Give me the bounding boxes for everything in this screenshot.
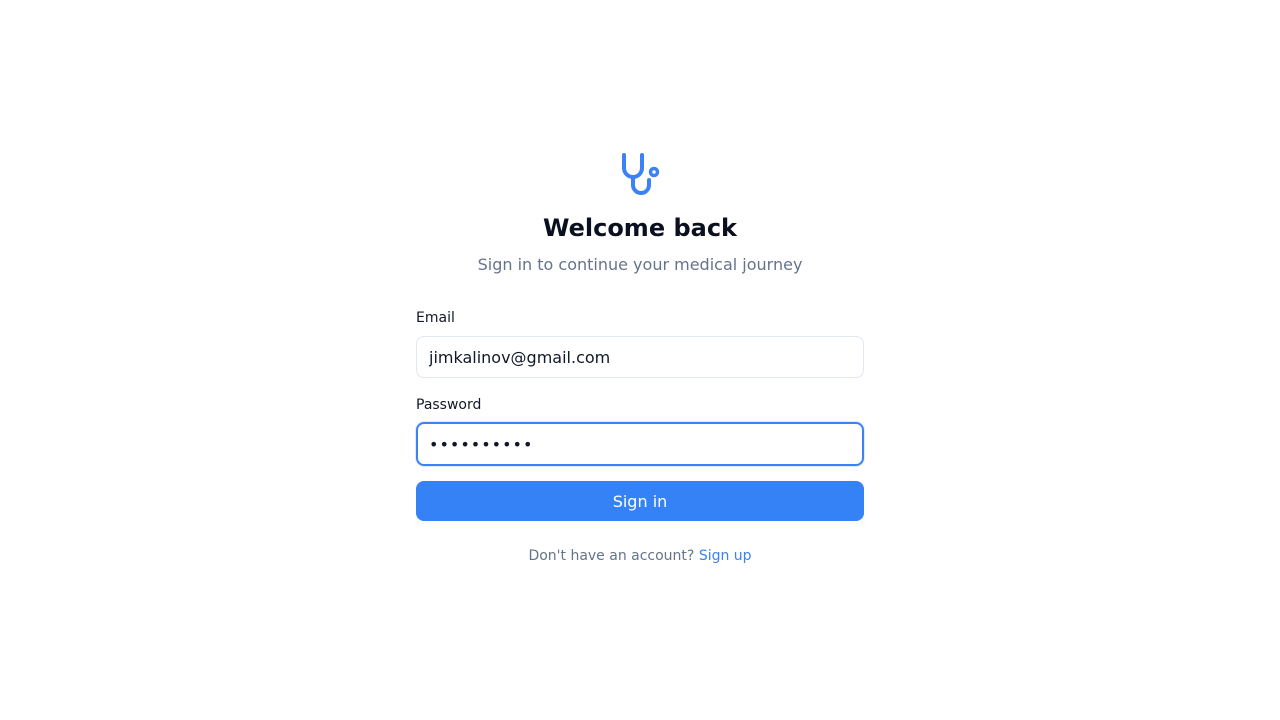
password-field[interactable] <box>416 422 864 466</box>
signup-prompt-text: Don't have an account? <box>528 548 695 564</box>
login-card: Welcome back Sign in to continue your me… <box>416 150 864 565</box>
sign-in-button[interactable]: Sign in <box>416 481 864 521</box>
signup-prompt: Don't have an account? Sign up <box>416 547 864 565</box>
page-title: Welcome back <box>542 214 738 242</box>
login-page: Welcome back Sign in to continue your me… <box>0 0 1280 720</box>
email-label: Email <box>416 310 455 326</box>
sign-up-link[interactable]: Sign up <box>699 548 752 564</box>
email-field[interactable] <box>416 336 864 378</box>
page-subtitle: Sign in to continue your medical journey <box>477 255 803 274</box>
password-label: Password <box>416 397 482 413</box>
stethoscope-icon <box>622 153 660 195</box>
